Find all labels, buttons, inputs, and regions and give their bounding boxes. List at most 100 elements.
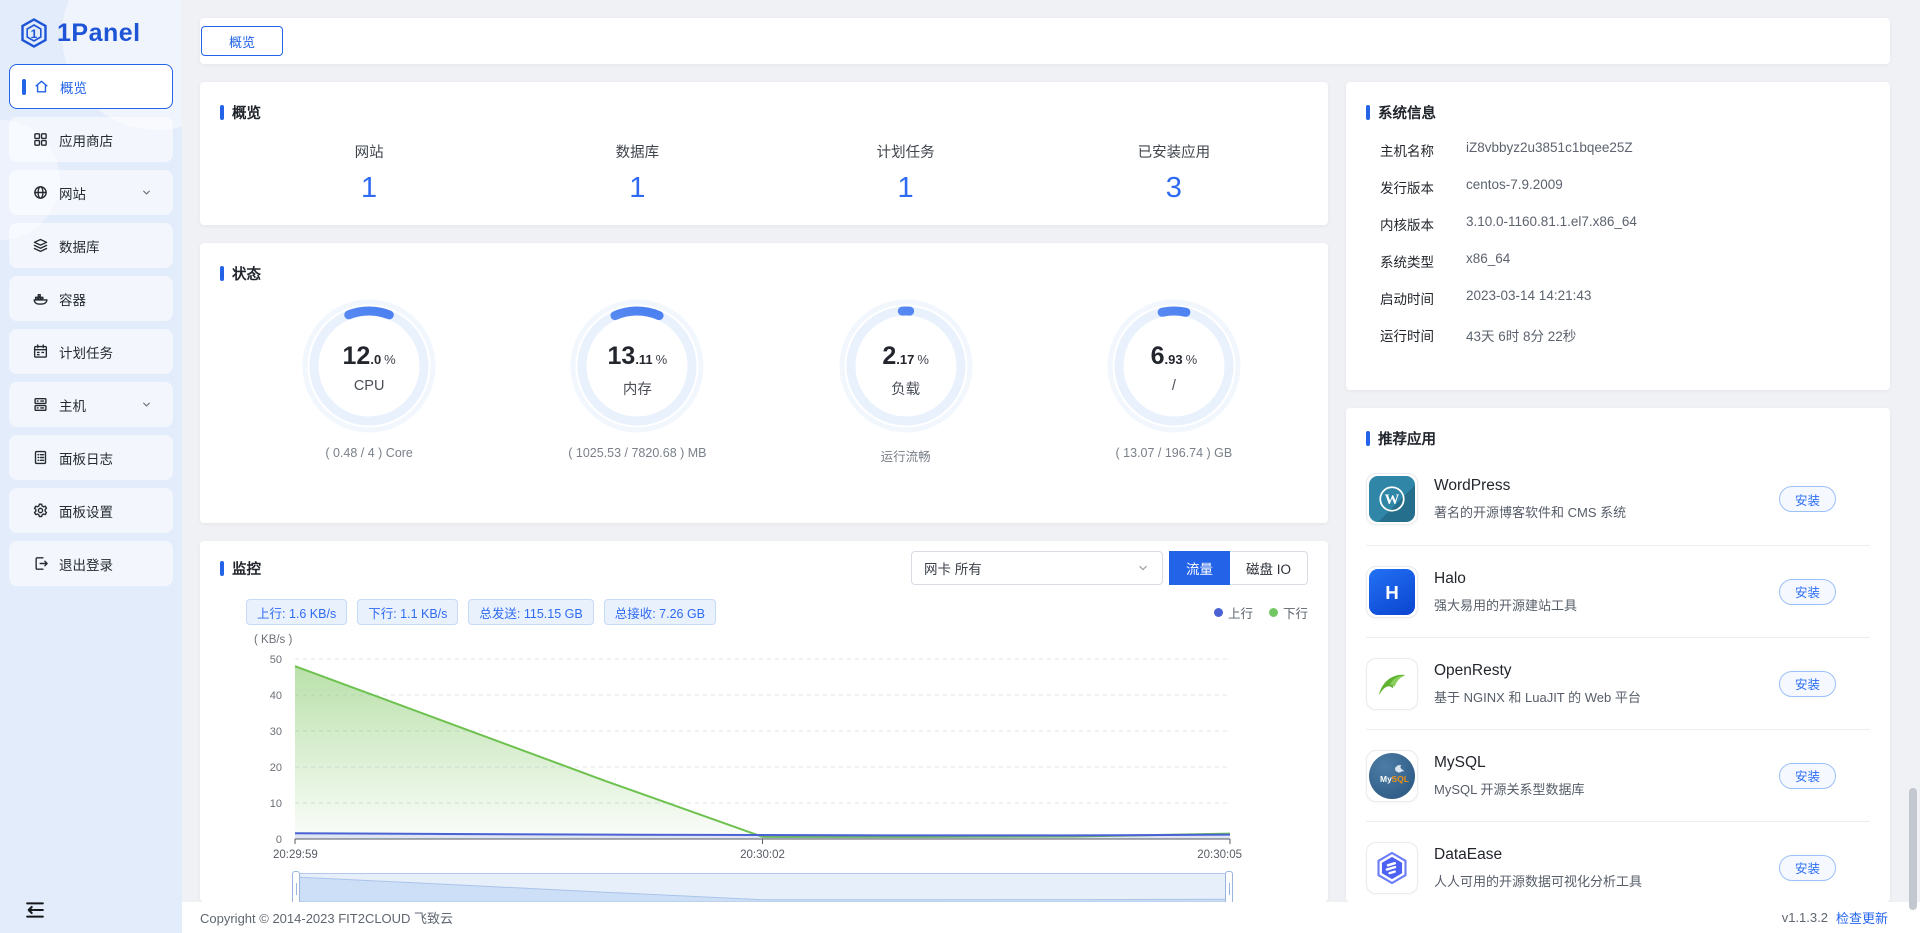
- app-description: 强大易用的开源建站工具: [1434, 597, 1578, 613]
- app-row-dataease: DataEase 人人可用的开源数据可视化分析工具 安装: [1366, 821, 1870, 902]
- monitor-mode-group: 流量 磁盘 IO: [1168, 551, 1308, 585]
- overview-stats: 网站 1 数据库 1 计划任务 1 已安装应用 3: [220, 141, 1308, 205]
- datazoom-handle-left[interactable]: [292, 871, 300, 902]
- install-button[interactable]: 安装: [1778, 578, 1836, 605]
- app-row-mysql: My SQL MySQL MySQL 开源关系型数据库 安装: [1366, 729, 1870, 821]
- nic-select[interactable]: 网卡 所有: [910, 551, 1163, 585]
- system-info-row: 主机名称 iZ8vbbyz2u3851c1bqee25Z: [1380, 140, 1633, 159]
- sidebar-item-appstore[interactable]: 应用商店: [9, 117, 173, 162]
- sidebar-item-cronjob[interactable]: 计划任务: [9, 329, 173, 374]
- stat-installed-apps[interactable]: 已安装应用 3: [1040, 141, 1308, 205]
- app-logo[interactable]: 1 1Panel: [0, 0, 182, 52]
- home-icon: [33, 78, 50, 95]
- svg-text:( KB/s ): ( KB/s ): [254, 634, 293, 646]
- sidebar-item-panel-logs[interactable]: 面板日志: [9, 435, 173, 480]
- tab-overview[interactable]: 概览: [201, 26, 284, 56]
- sidebar-item-container[interactable]: 容器: [9, 276, 173, 321]
- gauge-caption: ( 0.48 / 4 ) Core: [325, 446, 413, 460]
- svg-text:My: My: [1380, 774, 1392, 784]
- stat-cronjobs[interactable]: 计划任务 1: [772, 141, 1040, 205]
- system-info-row: 系统类型 x86_64: [1380, 251, 1511, 270]
- install-button[interactable]: 安装: [1778, 762, 1836, 789]
- traffic-badge: 下行: 1.1 KB/s: [357, 599, 459, 625]
- legend-dot: [1268, 607, 1278, 617]
- mode-button-disk-io[interactable]: 磁盘 IO: [1229, 551, 1308, 585]
- monitor-card-title: 监控: [220, 558, 261, 579]
- system-info-row: 启动时间 2023-03-14 14:21:43: [1380, 288, 1592, 307]
- logo-hexagon-icon: 1: [21, 18, 47, 48]
- svg-text:H: H: [1385, 581, 1399, 602]
- sidebar-menu: 概览 应用商店 网站 数据库 容器 计划任务 主机 面板日志 面板设置 退出登录: [0, 64, 182, 586]
- traffic-badge: 总接收: 7.26 GB: [603, 599, 717, 625]
- gauge-caption: 运行流畅: [880, 450, 931, 464]
- container-icon: [32, 290, 49, 307]
- system-info-rows: 主机名称 iZ8vbbyz2u3851c1bqee25Z 发行版本 centos…: [1366, 140, 1870, 345]
- svg-text:SQL: SQL: [1392, 774, 1409, 784]
- svg-text:1: 1: [31, 27, 38, 41]
- gauge-value: 2.17%: [882, 342, 929, 370]
- app-window: 1 1Panel 概览 应用商店 网站 数据库 容器 计划任务 主机 面板日志 …: [0, 0, 1920, 933]
- gauge-label: CPU: [353, 378, 385, 394]
- traffic-badge: 总发送: 115.15 GB: [468, 599, 594, 625]
- collapse-sidebar-icon[interactable]: [24, 899, 46, 921]
- recommended-apps-card-title: 推荐应用: [1366, 428, 1870, 449]
- svg-text:20:30:02: 20:30:02: [740, 849, 785, 861]
- chevron-down-icon: [140, 186, 153, 199]
- cronjob-icon: [32, 343, 49, 360]
- install-button[interactable]: 安装: [1778, 486, 1836, 512]
- main-area: 概览 概览 网站 1 数据库 1 计划任务 1 已安装应用 3 状态 12.0 …: [182, 0, 1920, 933]
- legend-dot: [1213, 607, 1223, 617]
- app-description: 基于 NGINX 和 LuaJIT 的 Web 平台: [1434, 689, 1641, 705]
- legend-item-[interactable]: 下行: [1268, 603, 1308, 622]
- sidebar-item-settings[interactable]: 面板设置: [9, 488, 173, 533]
- system-info-row: 内核版本 3.10.0-1160.81.1.el7.x86_64: [1380, 214, 1637, 233]
- svg-text:20:30:05: 20:30:05: [1197, 849, 1242, 861]
- website-icon: [32, 184, 49, 201]
- system-info-row: 发行版本 centos-7.9.2009: [1380, 177, 1563, 196]
- active-indicator: [22, 79, 26, 95]
- gauge-caption: ( 13.07 / 196.74 ) GB: [1115, 446, 1233, 460]
- install-button[interactable]: 安装: [1778, 670, 1836, 697]
- sidebar-item-database[interactable]: 数据库: [9, 223, 173, 268]
- app-row-openresty: OpenResty 基于 NGINX 和 LuaJIT 的 Web 平台 安装: [1366, 637, 1870, 729]
- sidebar-item-logout[interactable]: 退出登录: [9, 541, 173, 586]
- svg-text:40: 40: [270, 690, 282, 702]
- svg-text:50: 50: [270, 654, 282, 666]
- wordpress-icon: W: [1366, 473, 1418, 525]
- tabbar: 概览: [200, 18, 1890, 64]
- stat-websites[interactable]: 网站 1: [235, 141, 503, 205]
- page-scrollbar-thumb[interactable]: [1909, 788, 1917, 910]
- overview-card: 概览 网站 1 数据库 1 计划任务 1 已安装应用 3: [200, 82, 1328, 225]
- gauge-load: 2.17% 负载 运行流畅: [772, 296, 1040, 465]
- stat-databases[interactable]: 数据库 1: [503, 141, 771, 205]
- traffic-badge: 上行: 1.6 KB/s: [246, 599, 348, 625]
- app-name: WordPress: [1434, 477, 1511, 494]
- mode-button-traffic[interactable]: 流量: [1168, 551, 1230, 585]
- monitor-card: 监控 网卡 所有 流量 磁盘 IO 上行: 1.6 KB/s 下行: 1.1 K…: [200, 541, 1328, 902]
- gauge-value: 6.93%: [1150, 342, 1198, 370]
- sidebar-item-website[interactable]: 网站: [9, 170, 173, 215]
- gauge-label: /: [1171, 378, 1176, 394]
- sidebar-item-host[interactable]: 主机: [9, 382, 173, 427]
- install-button[interactable]: 安装: [1778, 854, 1836, 881]
- check-update-link[interactable]: 检查更新: [1836, 908, 1888, 927]
- halo-icon: H: [1366, 565, 1418, 618]
- app-row-halo: H Halo 强大易用的开源建站工具 安装: [1366, 545, 1870, 637]
- sidebar-item-overview[interactable]: 概览: [9, 64, 173, 109]
- logo-text: 1Panel: [57, 18, 141, 47]
- chevron-down-icon: [140, 398, 153, 411]
- datazoom-slider[interactable]: [292, 871, 1233, 902]
- app-description: 人人可用的开源数据可视化分析工具: [1434, 873, 1643, 889]
- main-content: 概览 概览 网站 1 数据库 1 计划任务 1 已安装应用 3 状态 12.0 …: [182, 0, 1920, 902]
- mysql-icon: My SQL: [1366, 749, 1418, 802]
- gauge-label: 负载: [891, 382, 921, 398]
- dataease-icon: [1366, 841, 1418, 894]
- recommended-apps-card: 推荐应用 W WordPress 著名的开源博客软件和 CMS 系统 安装 H …: [1346, 408, 1890, 902]
- chart-legend: 上行 下行: [1213, 603, 1308, 622]
- legend-item-[interactable]: 上行: [1213, 603, 1253, 622]
- app-name: Halo: [1434, 569, 1466, 587]
- svg-text:20:29:59: 20:29:59: [273, 849, 318, 861]
- gauge-label: 内存: [622, 382, 652, 398]
- datazoom-handle-right[interactable]: [1225, 871, 1233, 902]
- logout-icon: [32, 555, 49, 572]
